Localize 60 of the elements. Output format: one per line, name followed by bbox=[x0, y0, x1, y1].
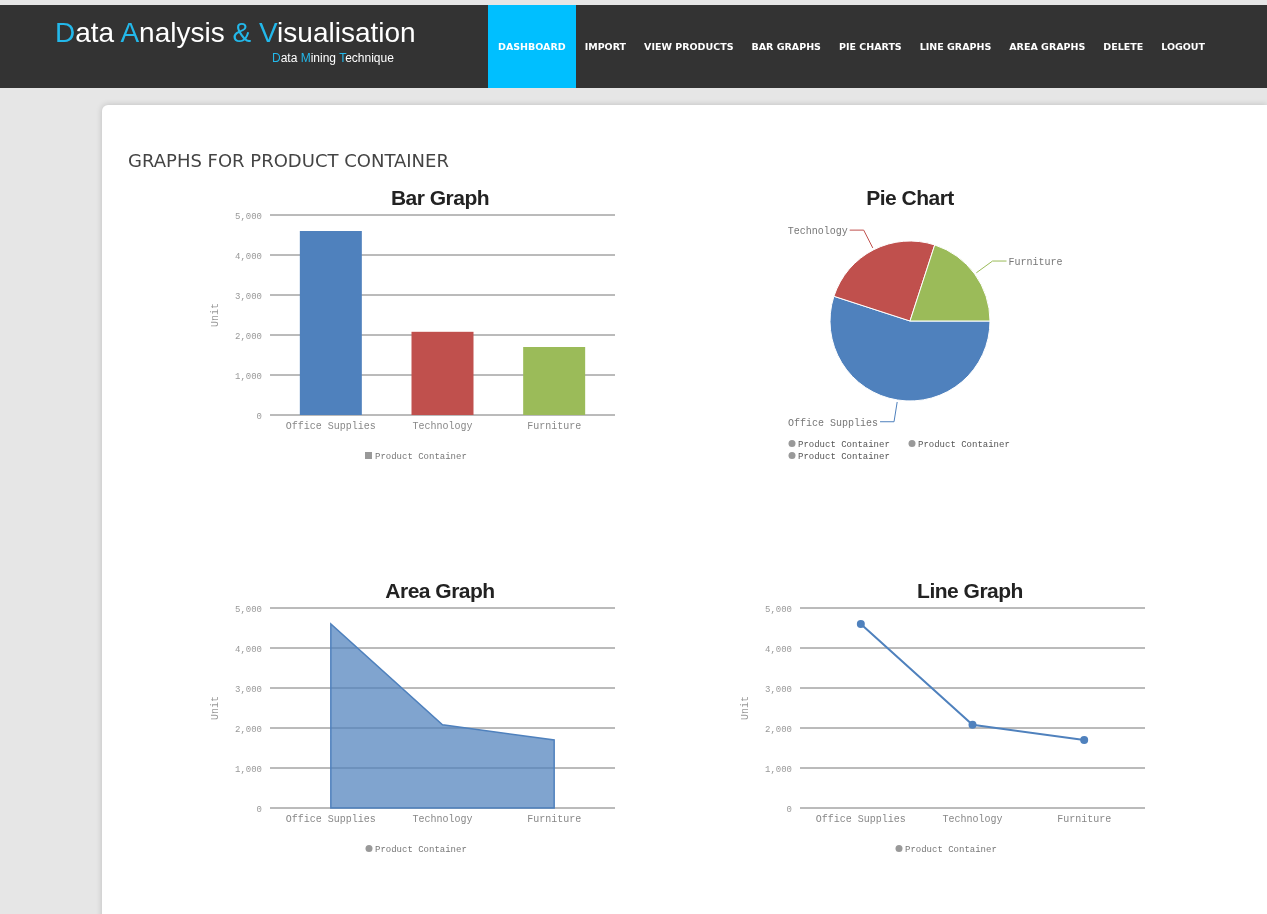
axis-tick-label: 1,000 bbox=[235, 372, 262, 382]
axis-tick-label: 0 bbox=[786, 805, 792, 815]
data-point bbox=[1080, 736, 1089, 744]
page-heading: GRAPHS FOR PRODUCT CONTAINER bbox=[128, 150, 450, 171]
leader-line bbox=[975, 260, 1007, 274]
axis-tick-label: 5,000 bbox=[765, 605, 792, 615]
chart-title: Line Graph bbox=[917, 579, 1023, 602]
axis-tick-label: 2,000 bbox=[235, 725, 262, 735]
leader-line bbox=[849, 229, 874, 249]
axis-label: Office Supplies bbox=[815, 814, 906, 825]
data-point bbox=[968, 720, 977, 729]
nav-link[interactable]: VIEW PRODUCTS bbox=[635, 5, 743, 88]
axis-label: Office Supplies bbox=[285, 421, 376, 432]
nav-link[interactable]: DELETE bbox=[1094, 5, 1153, 88]
axis-tick-label: 3,000 bbox=[235, 292, 262, 302]
axis-label: Furniture bbox=[527, 421, 582, 432]
site-tagline: Data Mining Technique bbox=[272, 51, 395, 65]
axis-label: Technology bbox=[412, 421, 473, 432]
slice-label: Office Supplies bbox=[788, 417, 879, 429]
axis-title: Unit bbox=[210, 696, 221, 720]
slice-label: Furniture bbox=[1008, 257, 1063, 269]
site-title: Data Analysis & Visualisation bbox=[55, 17, 417, 49]
slice-label: Technology bbox=[787, 226, 848, 238]
axis-tick-label: 5,000 bbox=[235, 212, 262, 222]
chart-title: Pie Chart bbox=[866, 186, 954, 209]
leader-line bbox=[879, 401, 898, 423]
axis-title: Unit bbox=[210, 303, 221, 327]
axis-tick-label: 2,000 bbox=[765, 725, 792, 735]
legend-item: Product Container bbox=[365, 452, 467, 462]
axis-label: Technology bbox=[942, 814, 1003, 825]
nav-link[interactable]: IMPORT bbox=[575, 5, 636, 88]
axis-tick-label: 3,000 bbox=[765, 685, 792, 695]
axis-label: Furniture bbox=[1057, 814, 1112, 825]
nav-link[interactable]: LINE GRAPHS bbox=[910, 5, 1001, 88]
legend-item: Product Container bbox=[788, 452, 890, 462]
axis-tick-label: 4,000 bbox=[765, 645, 792, 655]
nav-link[interactable]: AREA GRAPHS bbox=[1000, 5, 1095, 88]
legend-item: Product Container bbox=[365, 845, 467, 855]
chart-title: Bar Graph bbox=[390, 186, 490, 209]
axis-tick-label: 1,000 bbox=[235, 765, 262, 775]
legend-item: Product Container bbox=[788, 440, 890, 450]
axis-tick-label: 0 bbox=[256, 805, 262, 815]
axis-title: Unit bbox=[740, 696, 751, 720]
legend-item: Product Container bbox=[908, 440, 1010, 450]
legend-item: Product Container bbox=[895, 845, 997, 855]
axis-label: Technology bbox=[412, 814, 473, 825]
axis-tick-label: 3,000 bbox=[235, 685, 262, 695]
axis-tick-label: 0 bbox=[256, 412, 262, 422]
nav-link[interactable]: LOGOUT bbox=[1152, 5, 1215, 88]
data-point bbox=[856, 620, 865, 628]
axis-tick-label: 4,000 bbox=[235, 252, 262, 262]
axis-label: Office Supplies bbox=[285, 814, 376, 825]
axis-tick-label: 5,000 bbox=[235, 605, 262, 615]
nav-link[interactable]: BAR GRAPHS bbox=[742, 5, 830, 88]
axis-tick-label: 4,000 bbox=[235, 645, 262, 655]
axis-tick-label: 2,000 bbox=[235, 332, 262, 342]
nav-link[interactable]: PIE CHARTS bbox=[829, 5, 911, 88]
axis-label: Furniture bbox=[527, 814, 582, 825]
axis-tick-label: 1,000 bbox=[765, 765, 792, 775]
chart-title: Area Graph bbox=[385, 579, 495, 602]
